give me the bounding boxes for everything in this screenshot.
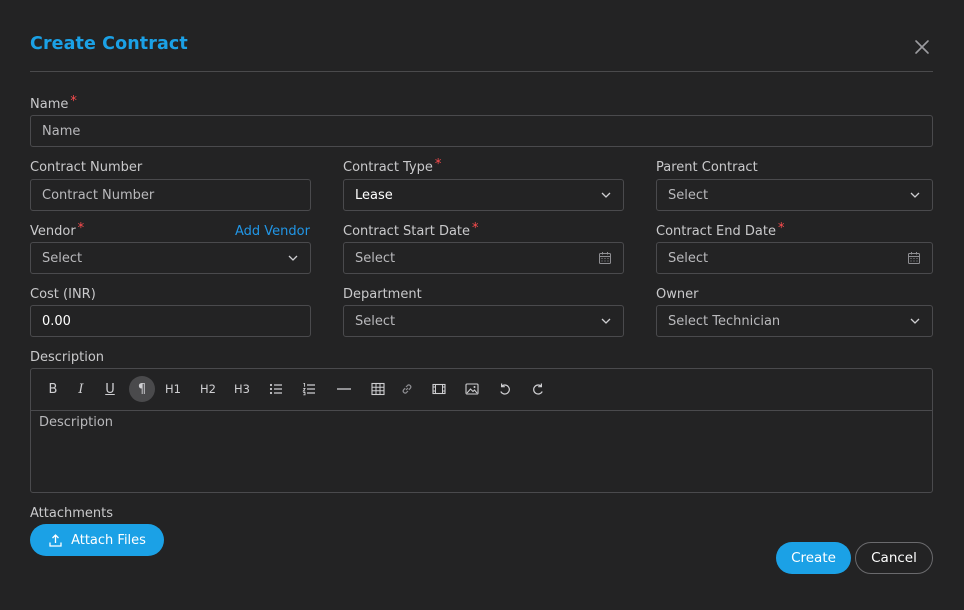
- bullet-list-icon[interactable]: [263, 376, 289, 402]
- end-date-label: Contract End Date *: [656, 221, 785, 239]
- name-placeholder: Name: [42, 123, 81, 139]
- chevron-down-icon: [288, 255, 298, 261]
- italic-button[interactable]: I: [68, 376, 94, 402]
- required-marker: *: [472, 221, 479, 236]
- link-icon[interactable]: [394, 376, 420, 402]
- calendar-icon: [599, 252, 611, 264]
- description-placeholder: Description: [39, 415, 114, 430]
- contract-number-input[interactable]: Contract Number: [30, 179, 311, 211]
- vendor-select[interactable]: Select: [30, 242, 311, 274]
- contract-type-value: Lease: [355, 187, 393, 203]
- horizontal-rule-icon[interactable]: [331, 376, 357, 402]
- start-date-label: Contract Start Date *: [343, 221, 479, 239]
- vendor-value: Select: [42, 250, 83, 266]
- contract-number-label: Contract Number: [30, 160, 143, 175]
- start-date-picker[interactable]: Select: [343, 242, 624, 274]
- calendar-icon: [908, 252, 920, 264]
- cost-label: Cost (INR): [30, 287, 96, 302]
- owner-value: Select Technician: [668, 313, 781, 329]
- parent-contract-label: Parent Contract: [656, 160, 758, 175]
- cancel-button[interactable]: Cancel: [855, 542, 933, 574]
- contract-number-placeholder: Contract Number: [42, 187, 155, 203]
- redo-icon[interactable]: [525, 376, 551, 402]
- end-date-value: Select: [668, 250, 709, 266]
- chevron-down-icon: [601, 318, 611, 324]
- numbered-list-icon[interactable]: [296, 376, 322, 402]
- add-vendor-link[interactable]: Add Vendor: [235, 224, 310, 239]
- owner-select[interactable]: Select Technician: [656, 305, 933, 337]
- paragraph-button[interactable]: ¶: [129, 376, 155, 402]
- cost-value: 0.00: [42, 313, 71, 329]
- description-label: Description: [30, 350, 105, 365]
- vendor-label: Vendor *: [30, 221, 85, 239]
- attach-files-label: Attach Files: [71, 532, 146, 548]
- cost-input[interactable]: 0.00: [30, 305, 311, 337]
- name-input[interactable]: Name: [30, 115, 933, 147]
- underline-button[interactable]: U: [97, 376, 123, 402]
- header-divider: [30, 71, 933, 72]
- undo-icon[interactable]: [492, 376, 518, 402]
- heading1-button[interactable]: H1: [160, 376, 186, 402]
- parent-contract-value: Select: [668, 187, 709, 203]
- create-button[interactable]: Create: [776, 542, 851, 574]
- dialog-title: Create Contract: [30, 34, 188, 54]
- required-marker: *: [434, 157, 442, 172]
- description-editor[interactable]: B I U ¶ H1 H2 H3 Description: [30, 368, 933, 493]
- heading2-button[interactable]: H2: [195, 376, 221, 402]
- department-value: Select: [355, 313, 396, 329]
- department-select[interactable]: Select: [343, 305, 624, 337]
- required-marker: *: [777, 221, 785, 236]
- contract-type-label: Contract Type *: [343, 157, 442, 175]
- parent-contract-select[interactable]: Select: [656, 179, 933, 211]
- name-label: Name *: [30, 94, 77, 112]
- start-date-value: Select: [355, 250, 396, 266]
- bold-button[interactable]: B: [40, 376, 66, 402]
- heading3-button[interactable]: H3: [229, 376, 255, 402]
- owner-label: Owner: [656, 287, 699, 302]
- attachments-label: Attachments: [30, 506, 113, 521]
- editor-toolbar: B I U ¶ H1 H2 H3: [31, 369, 932, 411]
- image-icon[interactable]: [459, 376, 485, 402]
- chevron-down-icon: [910, 318, 920, 324]
- upload-icon: [49, 533, 62, 547]
- close-icon[interactable]: [912, 37, 932, 57]
- end-date-picker[interactable]: Select: [656, 242, 933, 274]
- department-label: Department: [343, 287, 422, 302]
- video-icon[interactable]: [426, 376, 452, 402]
- table-icon[interactable]: [365, 376, 391, 402]
- chevron-down-icon: [910, 192, 920, 198]
- required-marker: *: [77, 221, 85, 236]
- contract-type-select[interactable]: Lease: [343, 179, 624, 211]
- attach-files-button[interactable]: Attach Files: [30, 524, 164, 556]
- chevron-down-icon: [601, 192, 611, 198]
- required-marker: *: [70, 94, 77, 109]
